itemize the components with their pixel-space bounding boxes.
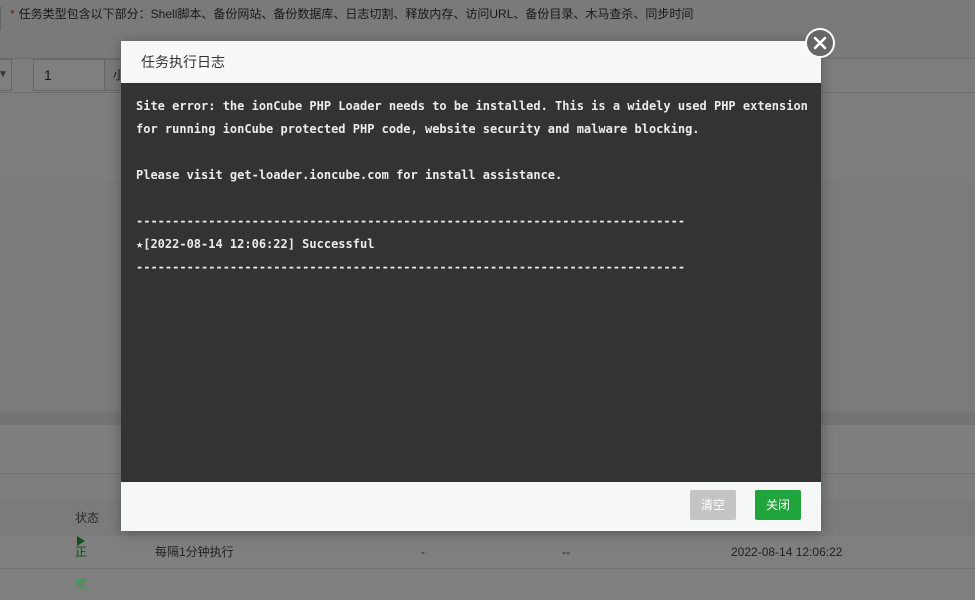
dialog-footer: 清空 关闭	[121, 482, 821, 531]
log-output[interactable]: Site error: the ionCube PHP Loader needs…	[121, 83, 821, 482]
close-button[interactable]: 关闭	[755, 490, 801, 520]
log-line: for running ionCube protected PHP code, …	[136, 122, 700, 136]
dialog-close-button[interactable]	[805, 28, 835, 58]
clear-button[interactable]: 清空	[690, 490, 736, 520]
log-line: ★[2022-08-14 12:06:22] Successful	[136, 237, 375, 251]
task-log-dialog: 任务执行日志 Site error: the ionCube PHP Loade…	[121, 41, 821, 531]
log-line: Please visit get-loader.ioncube.com for …	[136, 168, 563, 182]
log-line: ----------------------------------------…	[136, 214, 686, 228]
dialog-title: 任务执行日志	[121, 41, 821, 83]
close-icon	[813, 36, 827, 50]
log-line: Site error: the ionCube PHP Loader needs…	[136, 99, 808, 113]
log-line: ----------------------------------------…	[136, 260, 686, 274]
